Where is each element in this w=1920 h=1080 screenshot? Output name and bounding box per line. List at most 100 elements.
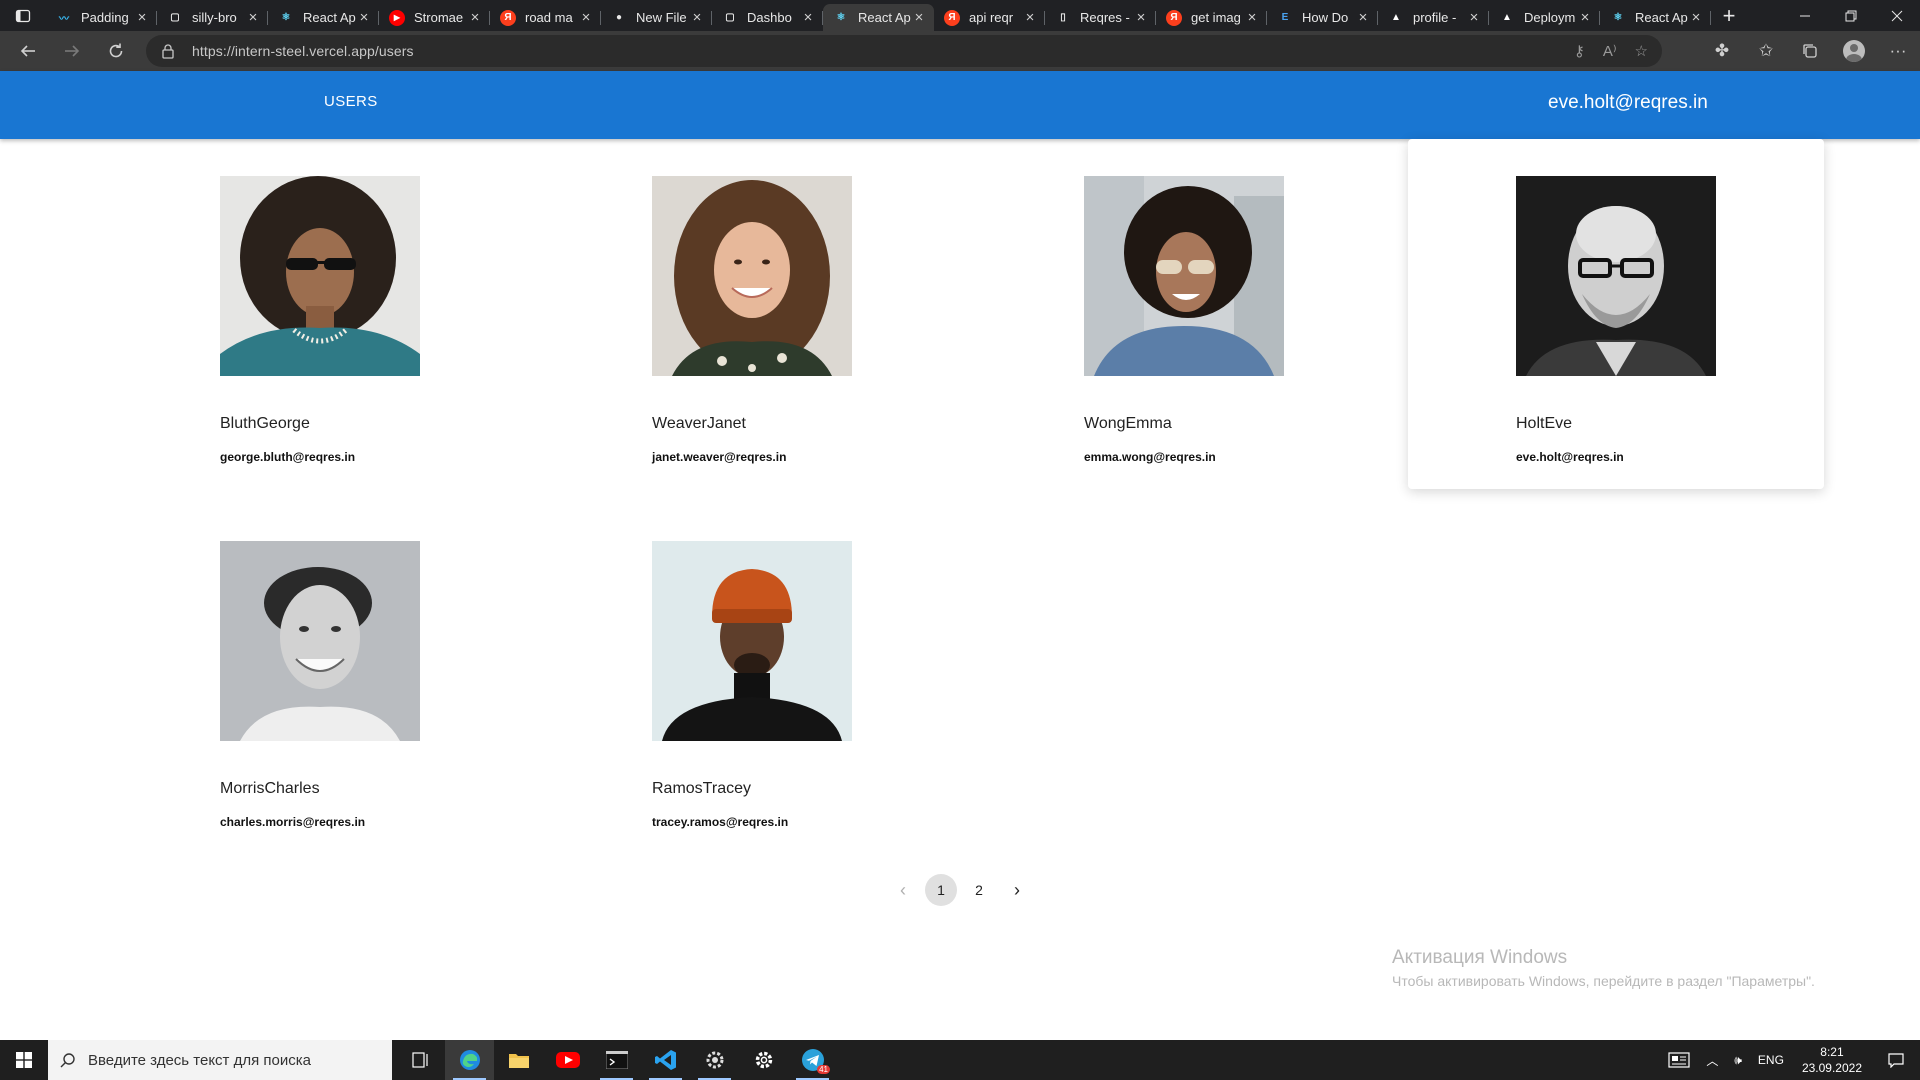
extensions-button[interactable]: ✤ bbox=[1700, 31, 1744, 71]
minimize-button[interactable] bbox=[1782, 0, 1828, 31]
user-card[interactable]: WongEmma emma.wong@reqres.in bbox=[976, 139, 1392, 489]
news-widget-button[interactable] bbox=[1660, 1040, 1698, 1080]
app-header: USERS eve.holt@reqres.in bbox=[0, 71, 1920, 139]
taskbar-app-gear[interactable] bbox=[690, 1040, 739, 1080]
browser-tab[interactable]: 〰 Padding × bbox=[46, 4, 157, 31]
chevron-left-icon: ‹ bbox=[900, 879, 906, 900]
windows-logo-icon bbox=[16, 1052, 32, 1068]
taskbar-terminal[interactable] bbox=[592, 1040, 641, 1080]
browser-tab[interactable]: ⚛ React Ap × bbox=[823, 4, 934, 31]
tab-close-icon[interactable]: × bbox=[912, 9, 926, 26]
password-key-icon[interactable]: ⚷ bbox=[1574, 42, 1585, 60]
tab-close-icon[interactable]: × bbox=[801, 9, 815, 26]
collections-button[interactable] bbox=[1788, 31, 1832, 71]
language-indicator[interactable]: ENG bbox=[1750, 1040, 1792, 1080]
edge-doc-icon: E bbox=[1281, 12, 1289, 23]
taskbar-youtube[interactable] bbox=[543, 1040, 592, 1080]
browser-tab[interactable]: ● New File × bbox=[601, 4, 712, 31]
address-bar[interactable]: https://intern-steel.vercel.app/users ⚷ … bbox=[146, 35, 1662, 67]
clock-date: 23.09.2022 bbox=[1801, 1061, 1862, 1075]
add-favorite-icon[interactable]: ☆ bbox=[1635, 42, 1648, 60]
tab-title: Padding bbox=[81, 10, 129, 25]
taskbar-telegram[interactable]: 41 bbox=[788, 1040, 837, 1080]
page-button-2[interactable]: 2 bbox=[963, 874, 995, 906]
tab-close-icon[interactable]: × bbox=[579, 9, 593, 26]
browser-tab[interactable]: ⚛ React Ap × bbox=[268, 4, 379, 31]
restore-icon bbox=[1845, 10, 1857, 21]
restore-button[interactable] bbox=[1828, 0, 1874, 31]
url-text[interactable]: https://intern-steel.vercel.app/users bbox=[192, 43, 414, 59]
browser-tab[interactable]: Яapi reqr × bbox=[934, 4, 1045, 31]
user-email: tracey.ramos@reqres.in bbox=[652, 815, 789, 829]
tab-title: React Ap bbox=[1635, 10, 1688, 25]
browser-tab[interactable]: ▢ Dashbo × bbox=[712, 4, 823, 31]
reload-button[interactable] bbox=[94, 35, 138, 67]
user-card[interactable]: MorrisCharles charles.morris@reqres.in bbox=[112, 504, 528, 854]
task-view-button[interactable] bbox=[396, 1040, 445, 1080]
prev-page-button[interactable]: ‹ bbox=[887, 874, 919, 906]
puzzle-icon: ✤ bbox=[1714, 41, 1730, 60]
user-card[interactable]: WeaverJanet janet.weaver@reqres.in bbox=[544, 139, 960, 489]
terminal-icon bbox=[605, 1051, 628, 1069]
tab-close-icon[interactable]: × bbox=[1134, 9, 1148, 26]
window-controls bbox=[1782, 0, 1920, 31]
forward-button[interactable] bbox=[50, 35, 94, 67]
taskbar-edge[interactable] bbox=[445, 1040, 494, 1080]
tab-title: React Ap bbox=[303, 10, 356, 25]
tab-close-icon[interactable]: × bbox=[357, 9, 371, 26]
nav-users-link[interactable]: USERS bbox=[324, 93, 378, 110]
favorites-button[interactable]: ✩ bbox=[1744, 31, 1788, 71]
page-button-1[interactable]: 1 bbox=[925, 874, 957, 906]
taskbar-search[interactable]: Введите здесь текст для поиска bbox=[48, 1040, 392, 1080]
browser-tab[interactable]: ⚛ React Ap × bbox=[1600, 4, 1711, 31]
browser-tab[interactable]: ▶ Stromae × bbox=[379, 4, 490, 31]
new-tab-button[interactable]: + bbox=[1711, 3, 1747, 29]
clock[interactable]: 8:21 23.09.2022 bbox=[1792, 1044, 1872, 1076]
browser-tab[interactable]: ▲ profile - × bbox=[1378, 4, 1489, 31]
taskbar-settings[interactable] bbox=[739, 1040, 788, 1080]
yandex-icon: Я bbox=[1166, 9, 1182, 26]
tab-close-icon[interactable]: × bbox=[1245, 9, 1259, 26]
show-hidden-icons-button[interactable]: ︿ bbox=[1698, 1040, 1726, 1080]
tab-close-icon[interactable]: × bbox=[246, 9, 260, 26]
close-window-button[interactable] bbox=[1874, 0, 1920, 31]
settings-menu-button[interactable]: ··· bbox=[1876, 31, 1920, 71]
browser-tab[interactable]: Яroad ma × bbox=[490, 4, 601, 31]
tab-close-icon[interactable]: × bbox=[1689, 9, 1703, 26]
user-card[interactable]: BluthGeorge george.bluth@reqres.in bbox=[112, 139, 528, 489]
windows-activation-watermark: Активация Windows Чтобы активировать Win… bbox=[1392, 947, 1815, 989]
next-page-button[interactable]: › bbox=[1001, 874, 1033, 906]
tab-close-icon[interactable]: × bbox=[1467, 9, 1481, 26]
start-button[interactable] bbox=[0, 1040, 48, 1080]
tab-close-icon[interactable]: × bbox=[135, 9, 149, 26]
tab-close-icon[interactable]: × bbox=[1023, 9, 1037, 26]
chevron-up-icon: ︿ bbox=[1706, 1053, 1719, 1068]
tab-close-icon[interactable]: × bbox=[1578, 9, 1592, 26]
profile-button[interactable] bbox=[1832, 31, 1876, 71]
arrow-left-icon bbox=[20, 45, 35, 57]
user-card[interactable]: RamosTracey tracey.ramos@reqres.in bbox=[544, 504, 960, 854]
browser-tab[interactable]: Яget imag × bbox=[1156, 4, 1267, 31]
read-aloud-icon[interactable]: A⁾ bbox=[1603, 42, 1617, 60]
tab-close-icon[interactable]: × bbox=[690, 9, 704, 26]
page-icon: ▯ bbox=[1060, 12, 1066, 23]
tab-close-icon[interactable]: × bbox=[1356, 9, 1370, 26]
taskbar-file-explorer[interactable] bbox=[494, 1040, 543, 1080]
notifications-button[interactable] bbox=[1872, 1040, 1920, 1080]
lock-icon[interactable] bbox=[160, 43, 176, 59]
back-button[interactable] bbox=[6, 35, 50, 67]
react-icon: ⚛ bbox=[281, 12, 291, 23]
user-photo bbox=[220, 176, 420, 376]
volume-button[interactable]: 🕪 bbox=[1726, 1040, 1750, 1080]
user-card-hovered[interactable]: HoltEve eve.holt@reqres.in bbox=[1408, 139, 1824, 489]
browser-tab[interactable]: ▲ Deploym × bbox=[1489, 4, 1600, 31]
tab-title: How Do bbox=[1302, 10, 1349, 25]
user-photo bbox=[1516, 176, 1716, 376]
tab-actions-button[interactable] bbox=[0, 0, 46, 31]
taskbar-vscode[interactable] bbox=[641, 1040, 690, 1080]
browser-tab[interactable]: ▯ Reqres - × bbox=[1045, 4, 1156, 31]
browser-tab[interactable]: ▢ silly-bro × bbox=[157, 4, 268, 31]
collections-icon bbox=[1803, 44, 1817, 58]
browser-tab[interactable]: E How Do × bbox=[1267, 4, 1378, 31]
tab-close-icon[interactable]: × bbox=[468, 9, 482, 26]
